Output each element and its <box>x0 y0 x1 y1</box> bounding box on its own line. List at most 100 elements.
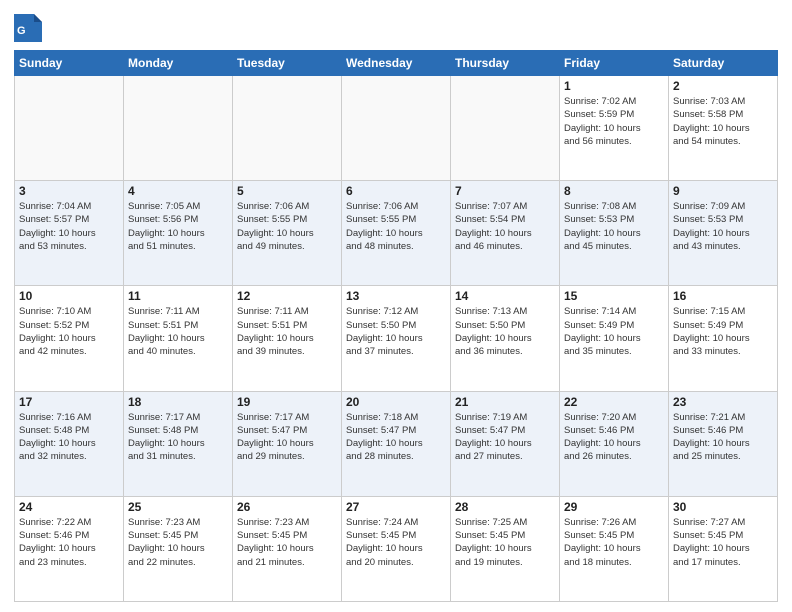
day-number: 18 <box>128 395 228 409</box>
day-number: 15 <box>564 289 664 303</box>
day-number: 1 <box>564 79 664 93</box>
calendar-cell <box>15 76 124 181</box>
calendar-cell: 3Sunrise: 7:04 AM Sunset: 5:57 PM Daylig… <box>15 181 124 286</box>
day-info: Sunrise: 7:17 AM Sunset: 5:47 PM Dayligh… <box>237 411 337 464</box>
day-number: 27 <box>346 500 446 514</box>
calendar-table: SundayMondayTuesdayWednesdayThursdayFrid… <box>14 50 778 602</box>
day-number: 30 <box>673 500 773 514</box>
day-number: 28 <box>455 500 555 514</box>
calendar-cell: 21Sunrise: 7:19 AM Sunset: 5:47 PM Dayli… <box>451 391 560 496</box>
day-number: 23 <box>673 395 773 409</box>
day-info: Sunrise: 7:06 AM Sunset: 5:55 PM Dayligh… <box>237 200 337 253</box>
weekday-header: Friday <box>560 51 669 76</box>
calendar-cell: 13 Sunrise: 7:12 AM Sunset: 5:50 PM Dayli… <box>342 286 451 391</box>
weekday-header: Thursday <box>451 51 560 76</box>
day-info: Sunrise: 7:06 AM Sunset: 5:55 PM Dayligh… <box>346 200 446 253</box>
calendar-week-row: 3Sunrise: 7:04 AM Sunset: 5:57 PM Daylig… <box>15 181 778 286</box>
day-info: Sunrise: 7:13 AM Sunset: 5:50 PM Dayligh… <box>455 305 555 358</box>
day-info: Sunrise: 7:03 AM Sunset: 5:58 PM Dayligh… <box>673 95 773 148</box>
calendar-week-row: 10 Sunrise: 7:10 AM Sunset: 5:52 PM Dayli… <box>15 286 778 391</box>
calendar-cell: 20 Sunrise: 7:18 AM Sunset: 5:47 PM Dayli… <box>342 391 451 496</box>
calendar-cell <box>342 76 451 181</box>
calendar-cell: 12 Sunrise: 7:11 AM Sunset: 5:51 PM Dayli… <box>233 286 342 391</box>
day-number: 13 <box>346 289 446 303</box>
day-info: Sunrise: 7:17 AM Sunset: 5:48 PM Dayligh… <box>128 411 228 464</box>
day-number: 5 <box>237 184 337 198</box>
weekday-header: Sunday <box>15 51 124 76</box>
calendar-cell: 14 Sunrise: 7:13 AM Sunset: 5:50 PM Dayli… <box>451 286 560 391</box>
calendar-cell: 25Sunrise: 7:23 AM Sunset: 5:45 PM Dayli… <box>124 496 233 601</box>
calendar-cell: 9 Sunrise: 7:09 AM Sunset: 5:53 PM Daylig… <box>669 181 778 286</box>
day-info: Sunrise: 7:18 AM Sunset: 5:47 PM Dayligh… <box>346 411 446 464</box>
calendar-cell: 1 Sunrise: 7:02 AM Sunset: 5:59 PM Daylig… <box>560 76 669 181</box>
calendar-cell: 28 Sunrise: 7:25 AM Sunset: 5:45 PM Dayli… <box>451 496 560 601</box>
calendar-cell: 16 Sunrise: 7:15 AM Sunset: 5:49 PM Dayli… <box>669 286 778 391</box>
calendar-cell: 23Sunrise: 7:21 AM Sunset: 5:46 PM Dayli… <box>669 391 778 496</box>
day-info: Sunrise: 7:25 AM Sunset: 5:45 PM Dayligh… <box>455 516 555 569</box>
day-number: 25 <box>128 500 228 514</box>
weekday-header: Tuesday <box>233 51 342 76</box>
day-info: Sunrise: 7:20 AM Sunset: 5:46 PM Dayligh… <box>564 411 664 464</box>
calendar-header-row: SundayMondayTuesdayWednesdayThursdayFrid… <box>15 51 778 76</box>
day-number: 17 <box>19 395 119 409</box>
calendar-cell: 30 Sunrise: 7:27 AM Sunset: 5:45 PM Dayli… <box>669 496 778 601</box>
calendar-cell <box>451 76 560 181</box>
day-number: 16 <box>673 289 773 303</box>
page: G SundayMondayTuesdayWednesdayThursdayFr… <box>0 0 792 612</box>
day-info: Sunrise: 7:05 AM Sunset: 5:56 PM Dayligh… <box>128 200 228 253</box>
calendar-cell: 19 Sunrise: 7:17 AM Sunset: 5:47 PM Dayli… <box>233 391 342 496</box>
day-number: 22 <box>564 395 664 409</box>
calendar-cell: 4Sunrise: 7:05 AM Sunset: 5:56 PM Daylig… <box>124 181 233 286</box>
calendar-cell: 27 Sunrise: 7:24 AM Sunset: 5:45 PM Dayli… <box>342 496 451 601</box>
day-info: Sunrise: 7:12 AM Sunset: 5:50 PM Dayligh… <box>346 305 446 358</box>
calendar-cell: 29 Sunrise: 7:26 AM Sunset: 5:45 PM Dayli… <box>560 496 669 601</box>
day-number: 20 <box>346 395 446 409</box>
calendar-cell: 17 Sunrise: 7:16 AM Sunset: 5:48 PM Dayli… <box>15 391 124 496</box>
calendar-cell: 7 Sunrise: 7:07 AM Sunset: 5:54 PM Daylig… <box>451 181 560 286</box>
weekday-header: Saturday <box>669 51 778 76</box>
day-number: 29 <box>564 500 664 514</box>
calendar-cell: 10 Sunrise: 7:10 AM Sunset: 5:52 PM Dayli… <box>15 286 124 391</box>
day-info: Sunrise: 7:16 AM Sunset: 5:48 PM Dayligh… <box>19 411 119 464</box>
day-number: 7 <box>455 184 555 198</box>
calendar-cell: 24 Sunrise: 7:22 AM Sunset: 5:46 PM Dayli… <box>15 496 124 601</box>
weekday-header: Wednesday <box>342 51 451 76</box>
calendar-cell: 5 Sunrise: 7:06 AM Sunset: 5:55 PM Daylig… <box>233 181 342 286</box>
day-number: 8 <box>564 184 664 198</box>
day-number: 24 <box>19 500 119 514</box>
calendar-cell: 22 Sunrise: 7:20 AM Sunset: 5:46 PM Dayli… <box>560 391 669 496</box>
calendar-week-row: 24 Sunrise: 7:22 AM Sunset: 5:46 PM Dayli… <box>15 496 778 601</box>
header: G <box>14 10 778 42</box>
day-info: Sunrise: 7:24 AM Sunset: 5:45 PM Dayligh… <box>346 516 446 569</box>
weekday-header: Monday <box>124 51 233 76</box>
calendar-cell <box>233 76 342 181</box>
day-info: Sunrise: 7:10 AM Sunset: 5:52 PM Dayligh… <box>19 305 119 358</box>
day-info: Sunrise: 7:14 AM Sunset: 5:49 PM Dayligh… <box>564 305 664 358</box>
day-number: 12 <box>237 289 337 303</box>
day-info: Sunrise: 7:27 AM Sunset: 5:45 PM Dayligh… <box>673 516 773 569</box>
day-number: 2 <box>673 79 773 93</box>
calendar-cell: 15 Sunrise: 7:14 AM Sunset: 5:49 PM Dayli… <box>560 286 669 391</box>
day-info: Sunrise: 7:07 AM Sunset: 5:54 PM Dayligh… <box>455 200 555 253</box>
day-number: 9 <box>673 184 773 198</box>
day-info: Sunrise: 7:02 AM Sunset: 5:59 PM Dayligh… <box>564 95 664 148</box>
day-number: 10 <box>19 289 119 303</box>
day-info: Sunrise: 7:11 AM Sunset: 5:51 PM Dayligh… <box>237 305 337 358</box>
calendar-cell: 6 Sunrise: 7:06 AM Sunset: 5:55 PM Daylig… <box>342 181 451 286</box>
day-number: 19 <box>237 395 337 409</box>
day-info: Sunrise: 7:19 AM Sunset: 5:47 PM Dayligh… <box>455 411 555 464</box>
day-info: Sunrise: 7:26 AM Sunset: 5:45 PM Dayligh… <box>564 516 664 569</box>
calendar-cell: 11Sunrise: 7:11 AM Sunset: 5:51 PM Dayli… <box>124 286 233 391</box>
logo-icon: G <box>14 14 42 42</box>
day-info: Sunrise: 7:08 AM Sunset: 5:53 PM Dayligh… <box>564 200 664 253</box>
day-number: 6 <box>346 184 446 198</box>
day-info: Sunrise: 7:22 AM Sunset: 5:46 PM Dayligh… <box>19 516 119 569</box>
day-number: 26 <box>237 500 337 514</box>
day-info: Sunrise: 7:15 AM Sunset: 5:49 PM Dayligh… <box>673 305 773 358</box>
calendar-cell: 26Sunrise: 7:23 AM Sunset: 5:45 PM Dayli… <box>233 496 342 601</box>
day-info: Sunrise: 7:09 AM Sunset: 5:53 PM Dayligh… <box>673 200 773 253</box>
calendar-cell: 18 Sunrise: 7:17 AM Sunset: 5:48 PM Dayli… <box>124 391 233 496</box>
svg-text:G: G <box>17 25 26 37</box>
day-number: 14 <box>455 289 555 303</box>
day-info: Sunrise: 7:11 AM Sunset: 5:51 PM Dayligh… <box>128 305 228 358</box>
